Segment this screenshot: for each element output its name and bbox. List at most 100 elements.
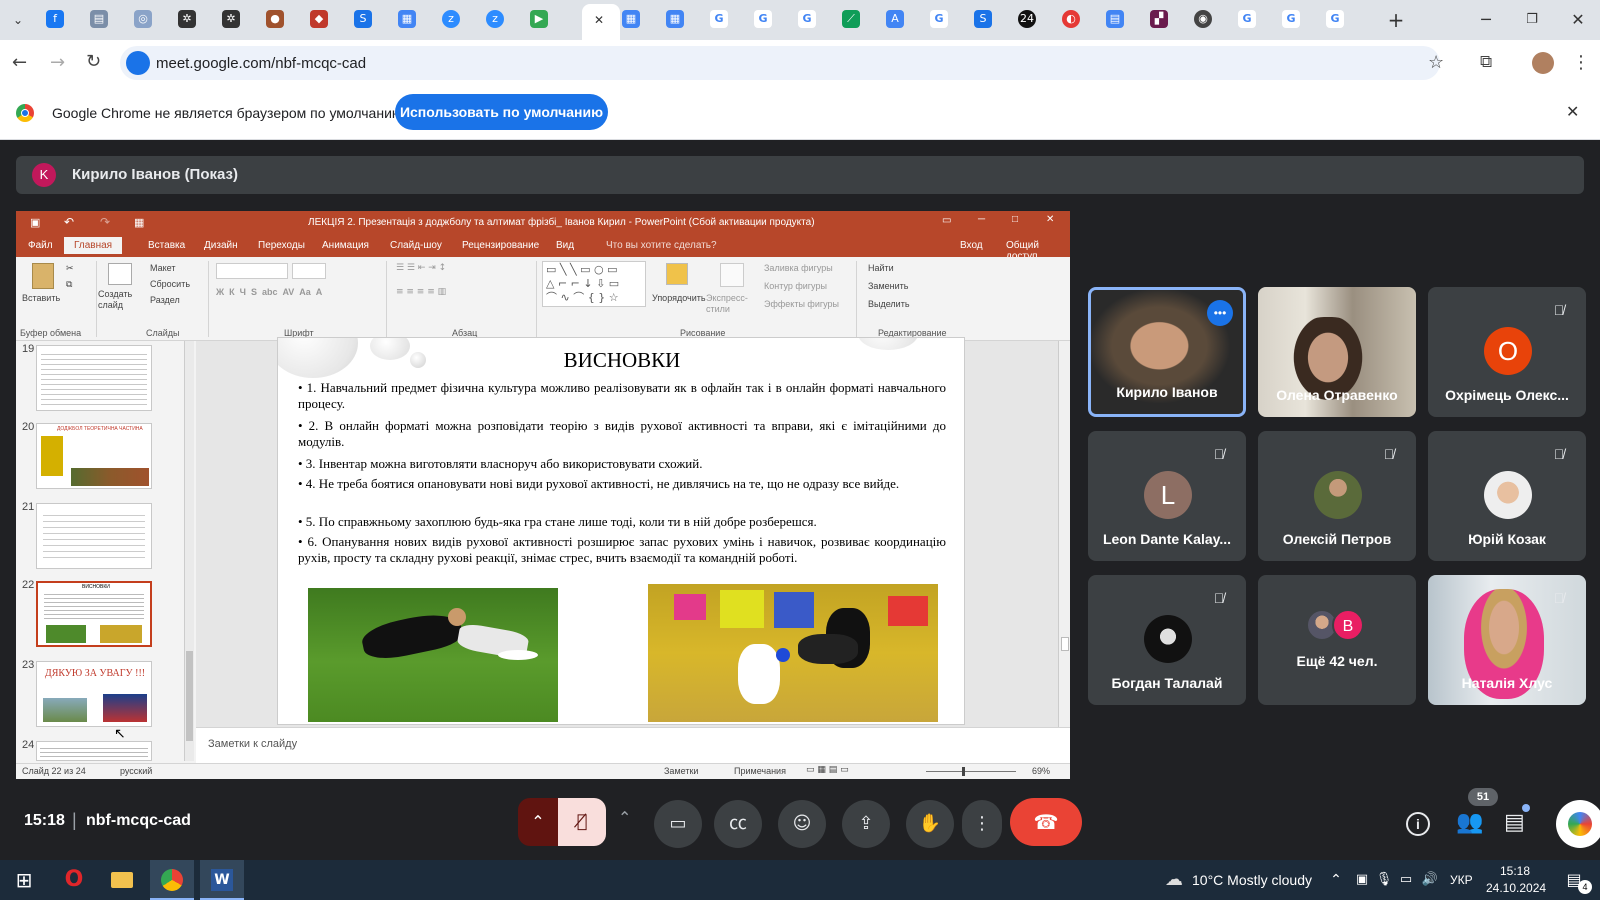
undo-icon: ↶ bbox=[64, 215, 75, 229]
minimize-icon[interactable]: ─ bbox=[1474, 8, 1498, 32]
captions-button[interactable]: ㏄ bbox=[714, 800, 762, 848]
forward-icon[interactable]: → bbox=[50, 52, 65, 73]
google-tab-icon[interactable]: G bbox=[710, 10, 728, 28]
google-tab-icon[interactable]: G bbox=[798, 10, 816, 28]
weather-icon[interactable]: ☁ bbox=[1160, 868, 1188, 892]
shape-outline: Контур фигуры bbox=[764, 281, 827, 291]
chrome-taskbar-icon[interactable] bbox=[150, 860, 194, 900]
tab-icon[interactable]: ▦ bbox=[398, 10, 416, 28]
more-options-button[interactable]: ⋮ bbox=[962, 800, 1002, 848]
slide-point: • 6. Опанування нових видів рухової акти… bbox=[298, 534, 946, 565]
end-call-button[interactable]: ☎ bbox=[1010, 798, 1082, 846]
participant-tile[interactable]: 🎙̸ Юрій Козак bbox=[1428, 431, 1586, 561]
facebook-tab-icon[interactable]: f bbox=[46, 10, 64, 28]
select-button: Выделить bbox=[868, 299, 910, 309]
clock-date[interactable]: 24.10.2024 bbox=[1486, 881, 1546, 895]
tab-icon[interactable]: ◐ bbox=[1062, 10, 1080, 28]
clock-time[interactable]: 15:18 bbox=[1500, 864, 1530, 878]
reload-icon[interactable]: ↻ bbox=[86, 51, 101, 72]
tab-icon[interactable]: ● bbox=[266, 10, 284, 28]
google-tab-icon[interactable]: G bbox=[1326, 10, 1344, 28]
ppt-tab-animation: Анимация bbox=[322, 240, 369, 251]
chatgpt-tab-icon[interactable]: ✲ bbox=[178, 10, 196, 28]
tab-icon[interactable]: ▤ bbox=[90, 10, 108, 28]
microphone-tray-icon[interactable]: 🎙 bbox=[1372, 868, 1396, 892]
ppt-tab-design: Дизайн bbox=[204, 240, 238, 251]
chatgpt-tab-icon[interactable]: ✲ bbox=[222, 10, 240, 28]
new-tab-button[interactable]: + bbox=[1384, 8, 1408, 32]
input-language[interactable]: УКР bbox=[1450, 873, 1473, 887]
people-icon[interactable]: 👥 bbox=[1456, 810, 1483, 835]
file-explorer-icon[interactable] bbox=[110, 868, 134, 892]
opera-icon[interactable]: O bbox=[62, 868, 86, 892]
participant-tile[interactable]: 🎙̸ Наталія Хлус bbox=[1428, 575, 1586, 705]
chat-icon[interactable]: ▤ bbox=[1504, 810, 1525, 835]
restore-icon[interactable]: ❐ bbox=[1520, 8, 1544, 32]
windows-start-icon[interactable]: ⊞ bbox=[12, 868, 36, 892]
google-tab-icon[interactable]: G bbox=[1282, 10, 1300, 28]
participant-tile[interactable]: 🎙̸ Олексій Петров bbox=[1258, 431, 1416, 561]
back-icon[interactable]: ← bbox=[12, 52, 27, 73]
participant-tile[interactable]: 🎙̸ L Leon Dante Kalay... bbox=[1088, 431, 1246, 561]
camera-options-button[interactable]: ⌃ bbox=[618, 808, 631, 827]
bookmark-star-icon[interactable]: ☆ bbox=[1428, 52, 1444, 73]
tab-icon[interactable]: ◎ bbox=[134, 10, 152, 28]
slide-thumbnail bbox=[36, 741, 152, 761]
translate-tab-icon[interactable]: A bbox=[886, 10, 904, 28]
zoom-tab-icon[interactable]: z bbox=[486, 10, 504, 28]
profile-avatar[interactable] bbox=[1532, 52, 1554, 74]
mic-toggle-button[interactable]: 🎙̸ bbox=[558, 798, 606, 846]
close-window-icon[interactable]: ✕ bbox=[1566, 8, 1590, 32]
set-default-button[interactable]: Использовать по умолчанию bbox=[395, 94, 608, 130]
google-tab-icon[interactable]: G bbox=[930, 10, 948, 28]
active-tab[interactable]: ✕ bbox=[582, 4, 620, 40]
close-tab-icon[interactable]: ✕ bbox=[594, 13, 604, 27]
tab-icon[interactable]: ◆ bbox=[310, 10, 328, 28]
dodgeball-photo bbox=[648, 584, 938, 722]
tab-icon[interactable]: ▦ bbox=[622, 10, 640, 28]
mic-options-button[interactable]: ⌃ bbox=[518, 798, 558, 846]
participant-tile[interactable]: 🎙̸ Богдан Талалай bbox=[1088, 575, 1246, 705]
address-bar[interactable]: meet.google.com/nbf-mcqc-cad bbox=[120, 46, 1440, 80]
tab-search-icon[interactable]: ⌄ bbox=[8, 10, 28, 30]
ppt-status-bar: Слайд 22 из 24 русский Заметки Примечани… bbox=[16, 763, 1070, 779]
tab-icon[interactable]: 24 bbox=[1018, 10, 1036, 28]
more-participants-tile[interactable]: B Ещё 42 чел. bbox=[1258, 575, 1416, 705]
meet-site-icon[interactable] bbox=[126, 51, 150, 75]
google-tab-icon[interactable]: G bbox=[754, 10, 772, 28]
tab-icon[interactable]: S bbox=[974, 10, 992, 28]
close-infobar-icon[interactable]: ✕ bbox=[1566, 102, 1579, 121]
raise-hand-button[interactable]: ✋ bbox=[906, 800, 954, 848]
tab-icon[interactable]: ▞ bbox=[1150, 10, 1168, 28]
info-icon[interactable]: i bbox=[1406, 812, 1430, 836]
tab-icon[interactable]: ▤ bbox=[1106, 10, 1124, 28]
extensions-icon[interactable]: ⧉ bbox=[1480, 52, 1492, 72]
present-button[interactable]: ⇪ bbox=[842, 800, 890, 848]
find-button: Найти bbox=[868, 263, 894, 273]
tray-chevron-icon[interactable]: ⌃ bbox=[1324, 868, 1348, 892]
weather-text[interactable]: 10°C Mostly cloudy bbox=[1192, 872, 1312, 888]
participant-tile[interactable]: Олена Отравенко bbox=[1258, 287, 1416, 417]
participant-name: Олексій Петров bbox=[1282, 531, 1392, 547]
tab-icon[interactable]: S bbox=[354, 10, 372, 28]
google-tab-icon[interactable]: G bbox=[1238, 10, 1256, 28]
camera-button[interactable]: ▭ bbox=[654, 800, 702, 848]
zoom-tab-icon[interactable]: z bbox=[442, 10, 460, 28]
tray-app-icon[interactable]: ▣ bbox=[1350, 868, 1374, 892]
url-text[interactable]: meet.google.com/nbf-mcqc-cad bbox=[156, 55, 366, 72]
tab-icon[interactable]: ⟋ bbox=[842, 10, 860, 28]
emoji-button[interactable]: ☺ bbox=[778, 800, 826, 848]
menu-icon[interactable]: ⋮ bbox=[1572, 52, 1590, 73]
participant-tile[interactable]: ••• Кирило Іванов bbox=[1088, 287, 1246, 417]
tab-icon[interactable]: ▦ bbox=[666, 10, 684, 28]
tab-icon[interactable]: ◉ bbox=[1194, 10, 1212, 28]
thumb-number: 20 bbox=[22, 421, 35, 433]
meet-tab-icon[interactable]: ▶ bbox=[530, 10, 548, 28]
participant-tile[interactable]: 🎙̸ О Охрімець Олекс... bbox=[1428, 287, 1586, 417]
word-taskbar-icon[interactable]: W bbox=[200, 860, 244, 900]
more-options-icon[interactable]: ••• bbox=[1207, 300, 1233, 326]
ppt-window-title: ЛЕКЦІЯ 2. Презентація з доджболу та алти… bbox=[308, 217, 815, 228]
battery-icon[interactable]: ▭ bbox=[1394, 868, 1418, 892]
volume-icon[interactable]: 🔊 bbox=[1418, 868, 1442, 892]
gemini-button[interactable] bbox=[1556, 800, 1600, 848]
